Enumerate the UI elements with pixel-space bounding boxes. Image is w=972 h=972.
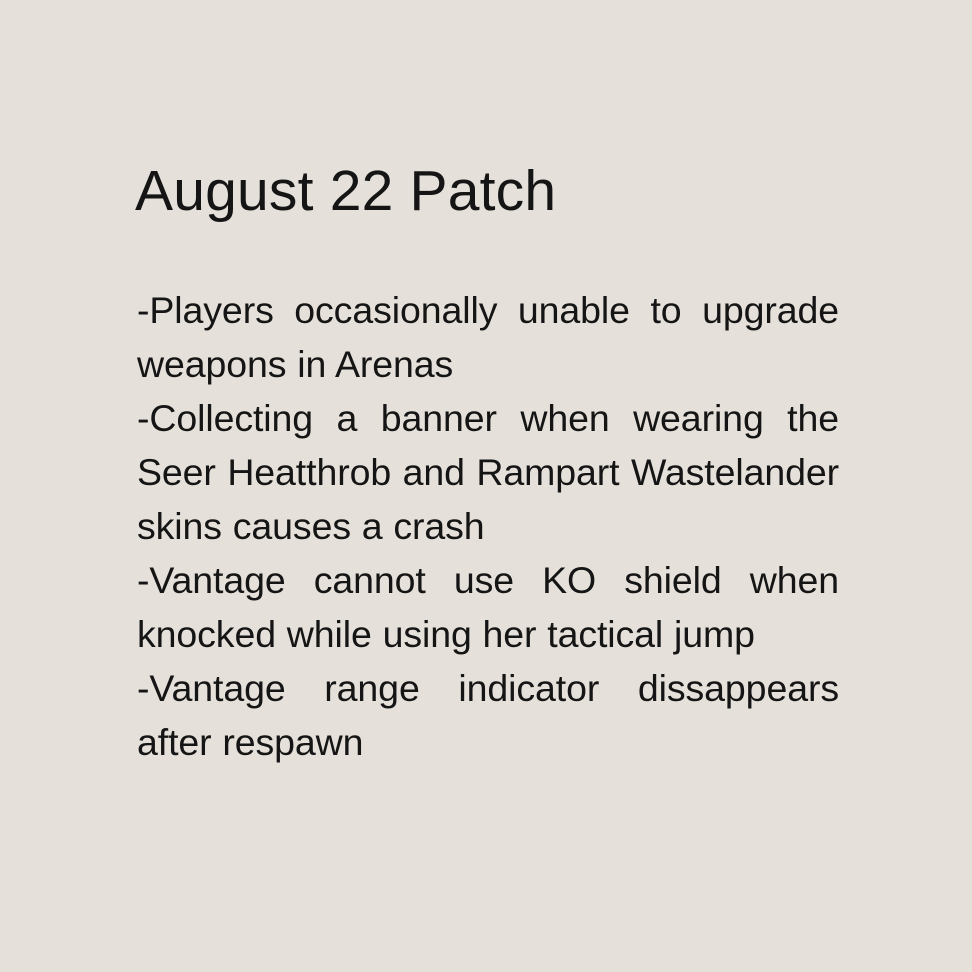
list-item: -Vantage range indicator dissappears aft… xyxy=(137,667,839,763)
list-item: -Players occasionally unable to upgrade … xyxy=(137,289,839,385)
list-item: -Vantage cannot use KO shield when knock… xyxy=(137,559,839,655)
patch-notes-card: August 22 Patch -Players occasionally un… xyxy=(0,0,972,972)
card-content: August 22 Patch -Players occasionally un… xyxy=(135,159,839,769)
list-item: -Collecting a banner when wearing the Se… xyxy=(137,397,839,547)
patch-notes-list: -Players occasionally unable to upgrade … xyxy=(137,283,839,769)
page-title: August 22 Patch xyxy=(135,159,557,223)
